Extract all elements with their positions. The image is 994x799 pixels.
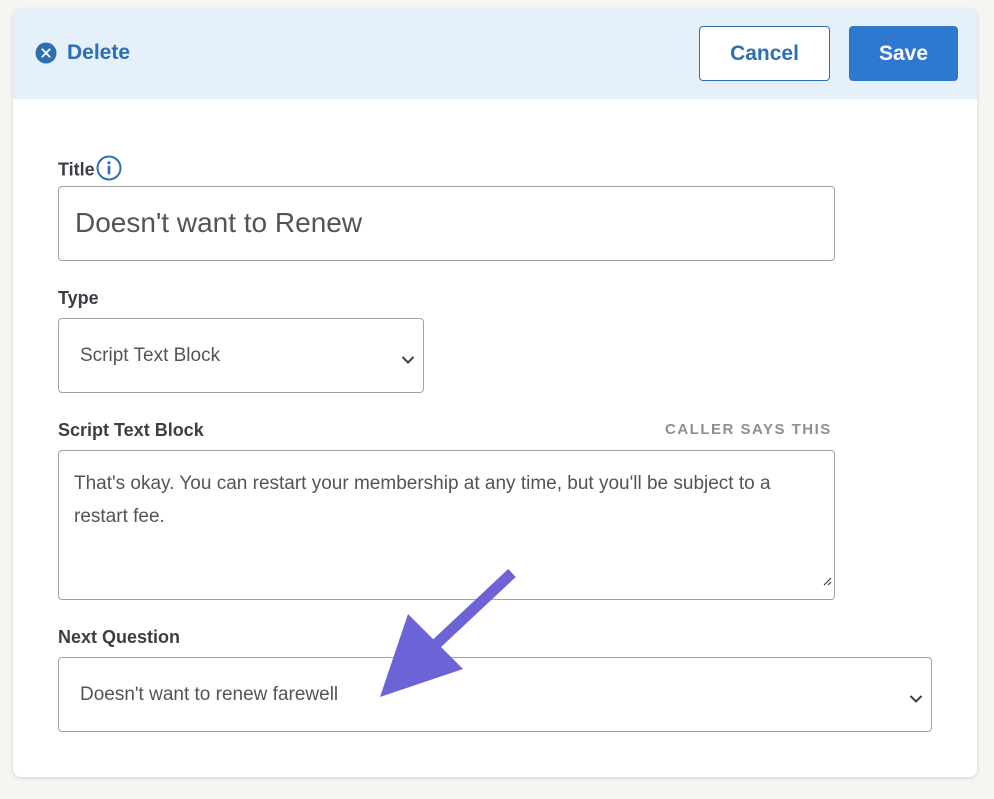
script-textarea[interactable]: That's okay. You can restart your member…	[58, 450, 835, 600]
script-text-block-label: Script Text Block	[58, 420, 204, 440]
type-select[interactable]: Script Text Block	[58, 318, 424, 393]
title-label-text: Title	[58, 159, 95, 180]
info-icon[interactable]	[96, 155, 122, 186]
type-label: Type	[58, 288, 99, 308]
script-text: That's okay. You can restart your member…	[74, 473, 771, 527]
delete-label: Delete	[67, 41, 131, 64]
close-circle-icon	[35, 42, 57, 64]
chevron-down-icon	[909, 688, 923, 710]
type-select-value: Script Text Block	[80, 344, 221, 366]
cancel-button[interactable]: Cancel	[699, 26, 830, 81]
next-question-select[interactable]: Doesn't want to renew farewell	[58, 657, 932, 732]
resize-handle-icon[interactable]	[822, 564, 832, 597]
edit-question-card: Delete Cancel Save Title Doesn't want to…	[13, 9, 977, 777]
save-button[interactable]: Save	[849, 26, 958, 81]
caller-says-hint: CALLER SAYS THIS	[665, 421, 832, 438]
delete-button[interactable]: Delete	[35, 41, 130, 65]
next-question-label: Next Question	[58, 627, 181, 647]
title-input[interactable]: Doesn't want to Renew	[58, 186, 835, 261]
next-question-value: Doesn't want to renew farewell	[80, 683, 339, 705]
title-field-label: Title	[58, 155, 122, 186]
card-header: Delete Cancel Save	[13, 9, 977, 99]
chevron-down-icon	[401, 349, 415, 371]
